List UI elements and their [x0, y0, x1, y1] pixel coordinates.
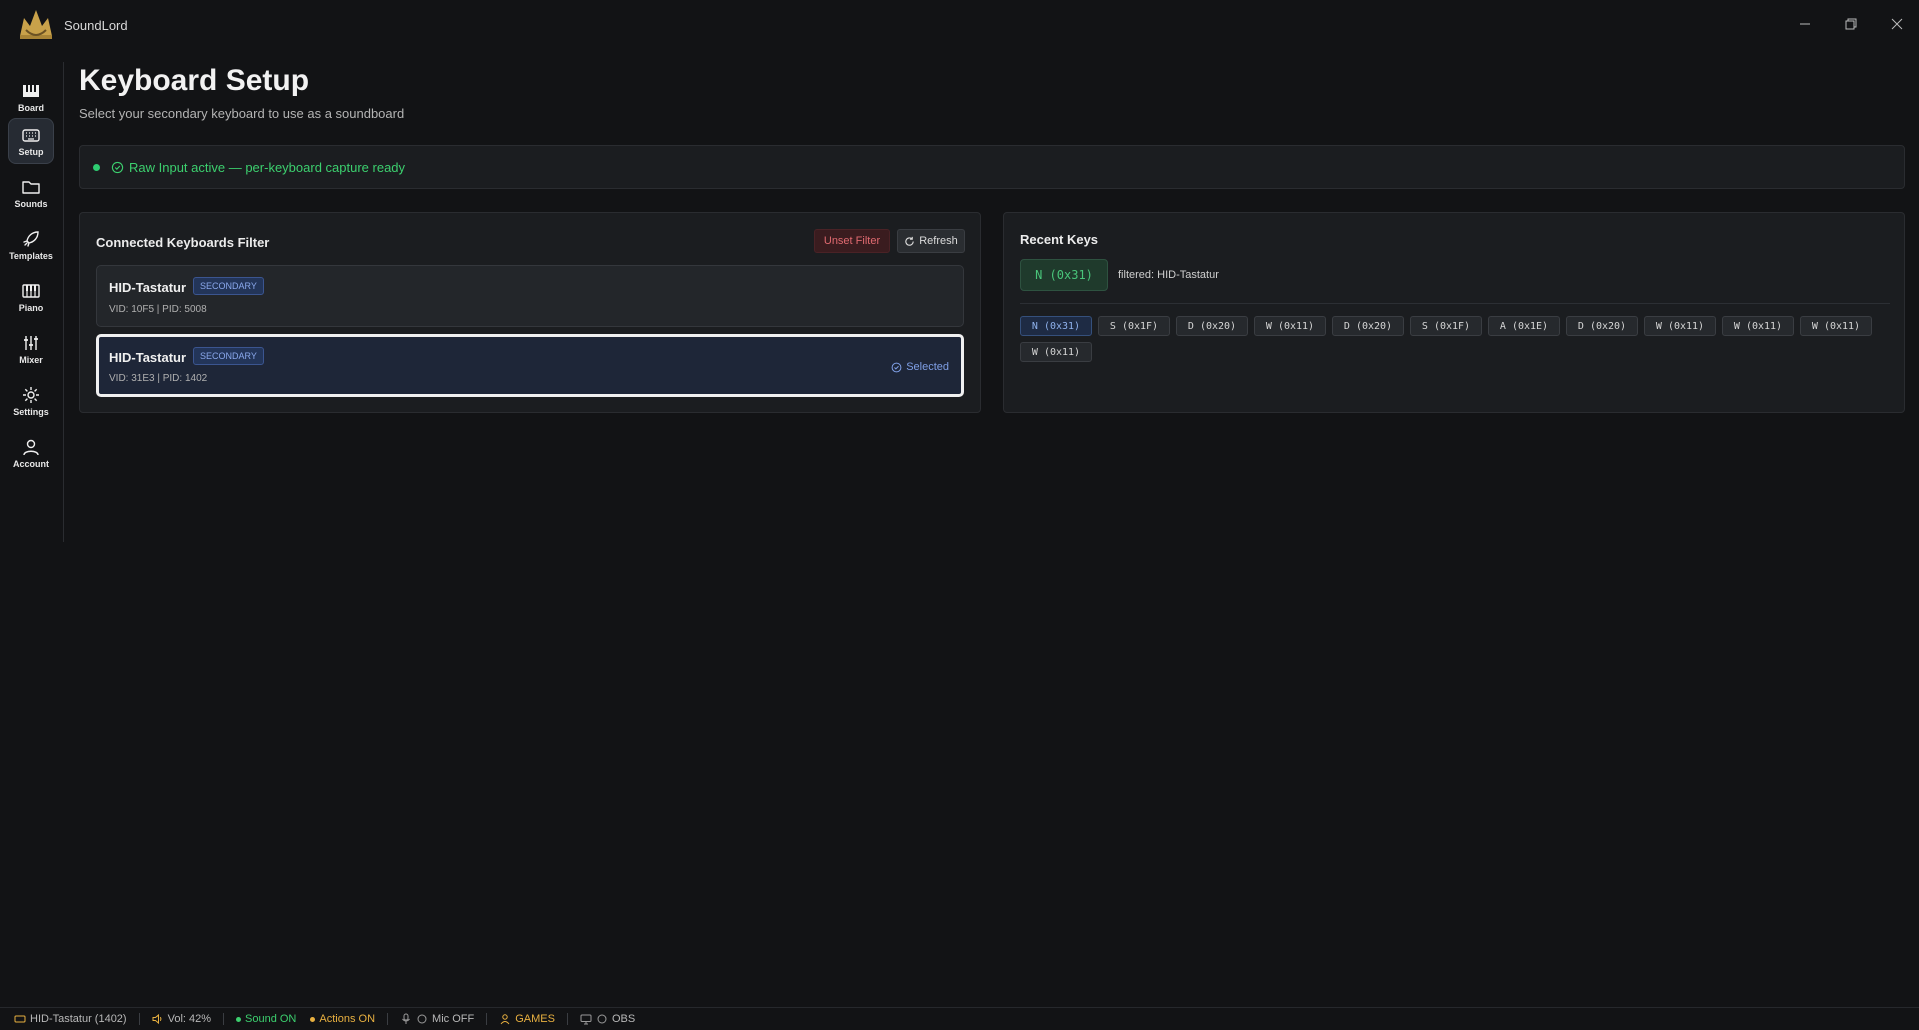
sidebar-item-label: Setup: [18, 147, 44, 157]
restore-icon[interactable]: [1841, 14, 1861, 34]
status-bar: HID-Tastatur (1402) Vol: 42% Sound ON Ac…: [0, 1007, 1919, 1030]
rocket-icon: [23, 231, 39, 247]
key-chip: A (0x1E): [1488, 316, 1560, 336]
sidebar-item-label: Sounds: [14, 199, 48, 209]
status-text: Raw Input active — per-keyboard capture …: [129, 160, 406, 175]
key-chip: D (0x20): [1566, 316, 1638, 336]
sidebar-item-account[interactable]: Account: [8, 430, 54, 476]
microphone-icon: [402, 1013, 410, 1024]
key-chip: N (0x31): [1020, 316, 1092, 336]
key-chip: S (0x1F): [1410, 316, 1482, 336]
sound-dot: [236, 1016, 242, 1022]
sidebar-item-label: Piano: [18, 303, 44, 313]
piano-icon: [22, 284, 40, 298]
status-mic-label: Mic OFF: [432, 1013, 475, 1025]
keyboard-device-card-selected[interactable]: HID-Tastatur SECONDARY VID: 31E3 | PID: …: [96, 334, 964, 397]
page-subtitle: Select your secondary keyboard to use as…: [79, 106, 405, 121]
refresh-icon: [905, 236, 914, 246]
panel-title: Connected Keyboards Filter: [96, 235, 270, 250]
key-chip: D (0x20): [1332, 316, 1404, 336]
gear-icon: [23, 387, 39, 403]
key-chip: W (0x11): [1800, 316, 1872, 336]
key-chip: W (0x11): [1254, 316, 1326, 336]
sidebar-item-settings[interactable]: Settings: [8, 378, 54, 424]
status-device[interactable]: HID-Tastatur (1402): [0, 1012, 139, 1026]
status-games[interactable]: GAMES: [487, 1012, 567, 1026]
key-chip: W (0x11): [1020, 342, 1092, 362]
status-banner: Raw Input active — per-keyboard capture …: [79, 145, 1905, 189]
panel-title: Recent Keys: [1020, 232, 1099, 247]
keyboard-icon: [22, 129, 40, 142]
filter-note: filtered: HID-Tastatur: [1118, 269, 1219, 281]
divider: [1020, 303, 1890, 304]
sidebar-item-setup[interactable]: Setup: [8, 118, 54, 164]
page-title: Keyboard Setup: [79, 64, 310, 97]
close-icon[interactable]: [1887, 14, 1907, 34]
actions-dot: [310, 1016, 316, 1022]
folder-icon: [22, 181, 40, 194]
sidebar-item-label: Board: [17, 103, 44, 113]
sidebar-item-label: Settings: [13, 407, 49, 417]
status-device-label: HID-Tastatur (1402): [30, 1013, 127, 1025]
sidebar-item-board[interactable]: Board: [8, 74, 54, 120]
status-dot: [93, 164, 100, 171]
status-actions[interactable]: Actions ON: [308, 1012, 387, 1026]
sidebar: Board Setup Sounds Templates Piano Mixer…: [0, 62, 64, 542]
device-ids: VID: 31E3 | PID: 1402: [109, 373, 208, 384]
sidebar-item-mixer[interactable]: Mixer: [8, 326, 54, 372]
secondary-badge: SECONDARY: [193, 277, 264, 295]
app-logo-icon: [20, 10, 52, 39]
status-actions-label: Actions ON: [319, 1013, 376, 1025]
selected-indicator: Selected: [891, 361, 949, 373]
key-chip: D (0x20): [1176, 316, 1248, 336]
check-circle-icon: [891, 362, 902, 372]
sidebar-item-label: Account: [13, 459, 49, 469]
status-mic[interactable]: Mic OFF: [388, 1012, 486, 1026]
status-games-label: GAMES: [515, 1013, 555, 1025]
unset-filter-button[interactable]: Unset Filter: [814, 229, 890, 253]
sidebar-item-label: Mixer: [19, 355, 43, 365]
selected-label: Selected: [906, 361, 949, 373]
sidebar-item-piano[interactable]: Piano: [8, 274, 54, 320]
sidebar-item-templates[interactable]: Templates: [8, 222, 54, 268]
key-chip: S (0x1F): [1098, 316, 1170, 336]
recent-keys-panel: Recent Keys N (0x31) filtered: HID-Tasta…: [1003, 212, 1905, 413]
refresh-button[interactable]: Refresh: [897, 229, 965, 253]
circle-off-icon: [597, 1014, 607, 1024]
device-name: HID-Tastatur: [109, 350, 187, 365]
speaker-icon: [152, 1013, 161, 1025]
user-icon: [23, 439, 39, 456]
check-circle-icon: [111, 161, 124, 174]
keyboards-panel: Connected Keyboards Filter Unset Filter …: [79, 212, 981, 413]
keyboard-icon: [14, 1015, 26, 1023]
last-key-display: N (0x31): [1020, 259, 1108, 291]
app-name: SoundLord: [64, 18, 128, 33]
status-volume-label: Vol: 42%: [167, 1013, 212, 1025]
device-name: HID-Tastatur: [109, 280, 187, 295]
minimize-icon[interactable]: [1795, 14, 1815, 34]
sidebar-item-label: Templates: [9, 251, 53, 261]
piano-keys-icon: [23, 85, 39, 97]
status-sound[interactable]: Sound ON: [224, 1012, 308, 1026]
secondary-badge: SECONDARY: [193, 347, 264, 365]
monitor-icon: [580, 1014, 592, 1025]
circle-off-icon: [417, 1014, 427, 1024]
status-obs[interactable]: OBS: [568, 1012, 647, 1026]
device-ids: VID: 10F5 | PID: 5008: [109, 304, 207, 315]
status-sound-label: Sound ON: [245, 1013, 297, 1025]
key-chip: W (0x11): [1722, 316, 1794, 336]
sliders-icon: [24, 336, 38, 350]
key-chip: W (0x11): [1644, 316, 1716, 336]
refresh-label: Refresh: [919, 235, 958, 247]
status-volume[interactable]: Vol: 42%: [140, 1012, 223, 1026]
status-obs-label: OBS: [611, 1013, 636, 1025]
title-bar: SoundLord: [0, 0, 1919, 50]
keyboard-device-card[interactable]: HID-Tastatur SECONDARY VID: 10F5 | PID: …: [96, 265, 964, 327]
user-icon: [500, 1014, 510, 1025]
sidebar-item-sounds[interactable]: Sounds: [8, 170, 54, 216]
